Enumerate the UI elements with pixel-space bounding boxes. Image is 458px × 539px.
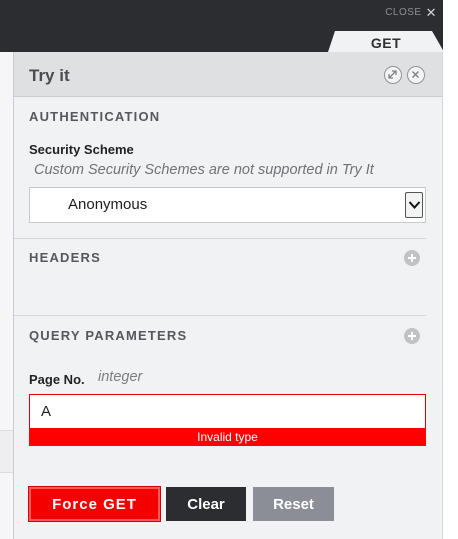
close-circle-icon[interactable] bbox=[407, 66, 425, 84]
param-name-label: Page No. bbox=[29, 372, 85, 387]
background-band bbox=[0, 430, 14, 473]
headers-heading: HEADERS bbox=[29, 250, 101, 265]
security-scheme-value: Anonymous bbox=[68, 196, 148, 213]
clear-button[interactable]: Clear bbox=[166, 487, 246, 521]
security-scheme-select[interactable]: Anonymous bbox=[29, 187, 426, 223]
close-label: CLOSE bbox=[385, 7, 422, 18]
method-tab-label: GET bbox=[370, 34, 402, 51]
method-tab-get[interactable]: GET bbox=[328, 31, 444, 52]
param-type-hint: integer bbox=[98, 369, 143, 385]
query-parameters-heading: QUERY PARAMETERS bbox=[29, 328, 188, 343]
close-console-button[interactable]: CLOSE ✕ bbox=[385, 6, 437, 19]
page-no-input[interactable] bbox=[29, 394, 426, 428]
add-header-plus-icon[interactable] bbox=[404, 250, 420, 266]
chevron-down-icon[interactable] bbox=[405, 192, 423, 218]
authentication-heading: AUTHENTICATION bbox=[29, 109, 161, 124]
security-scheme-note: Custom Security Schemes are not supporte… bbox=[34, 162, 374, 178]
try-it-panel: Try it AUTHENTICATION Security Scheme Cu… bbox=[13, 52, 443, 539]
panel-header: Try it bbox=[14, 52, 442, 97]
reset-button[interactable]: Reset bbox=[253, 487, 334, 521]
force-get-button[interactable]: Force GET bbox=[28, 486, 161, 522]
close-x-icon: ✕ bbox=[425, 5, 437, 20]
expand-icon[interactable] bbox=[384, 66, 402, 84]
section-divider bbox=[14, 315, 426, 316]
panel-title: Try it bbox=[29, 66, 70, 85]
section-divider bbox=[14, 238, 426, 239]
validation-error-bar: Invalid type bbox=[29, 428, 426, 446]
add-query-parameter-plus-icon[interactable] bbox=[404, 328, 420, 344]
left-background bbox=[0, 52, 14, 539]
security-scheme-label: Security Scheme bbox=[29, 142, 134, 157]
